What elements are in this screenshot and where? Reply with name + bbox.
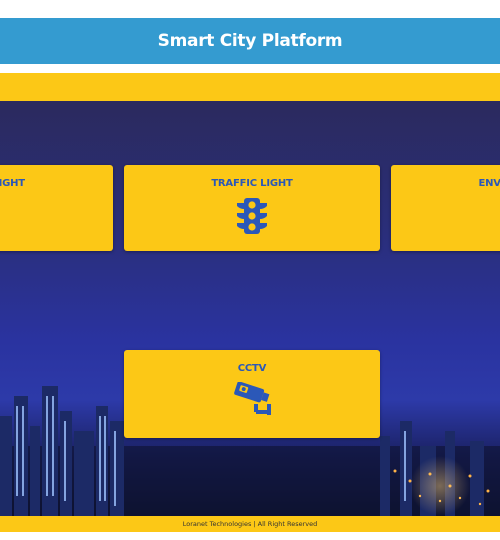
environment-card[interactable]: ENVIRONMENT	[391, 165, 500, 251]
traffic-light-card[interactable]: TRAFFIC LIGHT	[124, 165, 380, 251]
app-header: Smart City Platform	[0, 18, 500, 64]
footer: Loranet Technologies | All Right Reserve…	[0, 516, 500, 532]
page-title: Smart City Platform	[157, 31, 343, 51]
footer-text: Loranet Technologies | All Right Reserve…	[182, 520, 318, 528]
street-light-label: STREET LIGHT	[0, 178, 25, 189]
main-frame: STREET LIGHT TRAFFIC LIGHT	[0, 73, 500, 532]
cctv-card[interactable]: CCTV	[124, 350, 380, 438]
street-light-card[interactable]: STREET LIGHT	[0, 165, 113, 251]
traffic-light-label: TRAFFIC LIGHT	[211, 178, 293, 189]
environment-label: ENVIRONMENT	[478, 178, 500, 189]
city-background: STREET LIGHT TRAFFIC LIGHT	[0, 101, 500, 516]
traffic-light-icon	[235, 197, 269, 240]
cctv-camera-icon	[230, 381, 274, 421]
cctv-label: CCTV	[237, 363, 267, 374]
